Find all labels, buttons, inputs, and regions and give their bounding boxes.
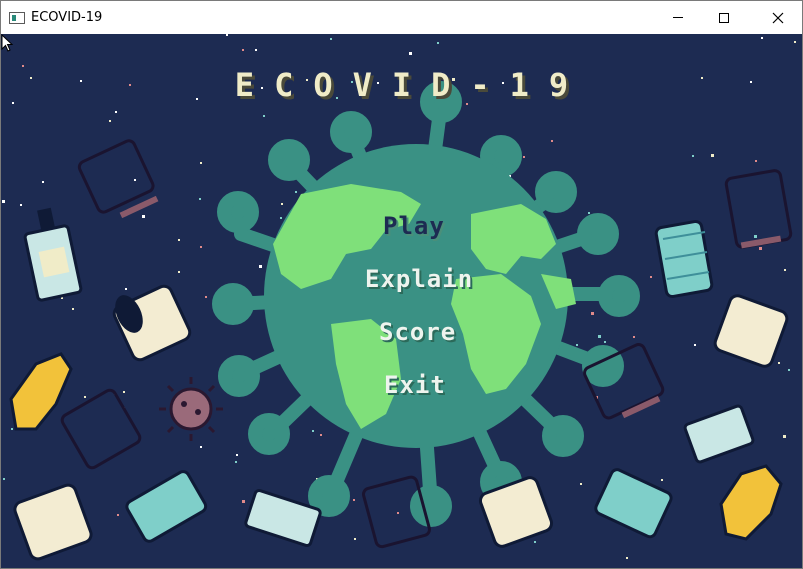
star <box>20 204 22 206</box>
star <box>661 479 663 481</box>
game-title: ECOVID-19 <box>234 66 589 104</box>
star <box>588 212 590 214</box>
star <box>633 336 635 338</box>
star <box>754 235 757 238</box>
toilet-paper-icon <box>713 294 789 368</box>
face-mask-icon <box>654 219 714 299</box>
star <box>711 154 714 157</box>
star <box>3 478 5 480</box>
star <box>778 362 780 364</box>
star <box>755 160 757 162</box>
close-button[interactable] <box>755 1 801 34</box>
star <box>330 38 332 40</box>
star <box>312 430 314 432</box>
maximize-icon <box>719 12 729 23</box>
toilet-paper-icon <box>13 483 93 561</box>
star <box>598 335 601 338</box>
star <box>255 49 257 51</box>
score-button[interactable]: Score <box>379 318 456 346</box>
star <box>72 308 74 310</box>
game-background-art <box>2 34 796 561</box>
rubber-glove-icon <box>719 464 783 541</box>
star <box>409 52 412 55</box>
star <box>534 541 536 543</box>
minimize-icon <box>673 17 683 18</box>
star <box>142 215 145 218</box>
star <box>42 181 44 183</box>
exit-button[interactable]: Exit <box>384 371 446 399</box>
virus-germ-icon <box>159 377 223 441</box>
star <box>626 557 628 559</box>
star <box>236 454 238 456</box>
game-window: ECOVID-19 ECOVID-19 Play Explain Score E… <box>0 0 803 569</box>
face-mask-icon <box>594 468 673 539</box>
star <box>242 49 244 51</box>
window-app-icon <box>9 11 25 24</box>
star <box>226 34 228 36</box>
star <box>397 512 399 514</box>
star <box>353 499 355 501</box>
star <box>125 288 127 290</box>
star <box>115 111 117 113</box>
star <box>84 396 86 398</box>
star <box>200 162 202 164</box>
star <box>235 461 237 463</box>
star <box>200 446 202 448</box>
star <box>205 296 207 298</box>
hand-sanitizer-icon <box>23 207 83 302</box>
star <box>281 203 283 205</box>
star <box>794 41 796 43</box>
star <box>11 428 13 430</box>
star <box>134 179 136 181</box>
star <box>259 265 262 268</box>
star <box>295 191 297 193</box>
hand-sanitizer-icon <box>683 404 755 464</box>
star <box>354 538 356 540</box>
minimize-button[interactable] <box>655 1 701 34</box>
star <box>109 120 111 122</box>
star <box>692 155 694 157</box>
star <box>437 42 439 44</box>
star <box>551 140 553 142</box>
star <box>320 434 322 436</box>
star <box>2 200 5 203</box>
face-mask-icon <box>125 470 208 543</box>
star <box>123 391 125 393</box>
star <box>199 198 201 200</box>
star <box>604 341 606 343</box>
star <box>178 271 180 273</box>
title-bar[interactable]: ECOVID-19 <box>1 1 802 34</box>
star <box>783 435 786 438</box>
star <box>117 514 119 516</box>
star <box>263 115 265 117</box>
star <box>523 156 525 158</box>
toilet-paper-icon <box>112 284 192 362</box>
play-button[interactable]: Play <box>383 212 445 240</box>
star <box>788 369 790 371</box>
star <box>650 276 652 278</box>
star <box>576 344 578 346</box>
star <box>759 247 762 250</box>
star <box>242 500 245 503</box>
star <box>178 239 180 241</box>
explain-button[interactable]: Explain <box>365 265 473 293</box>
star <box>784 269 786 271</box>
maximize-button[interactable] <box>701 1 747 34</box>
game-canvas: ECOVID-19 Play Explain Score Exit <box>1 34 802 568</box>
mouse-cursor-icon <box>1 34 14 52</box>
close-icon <box>772 12 784 23</box>
window-title: ECOVID-19 <box>31 10 103 25</box>
star <box>280 217 282 219</box>
virus-globe <box>212 81 640 527</box>
star <box>591 312 594 315</box>
star <box>694 344 696 346</box>
star <box>761 37 763 39</box>
star <box>580 483 582 485</box>
star <box>200 246 202 248</box>
